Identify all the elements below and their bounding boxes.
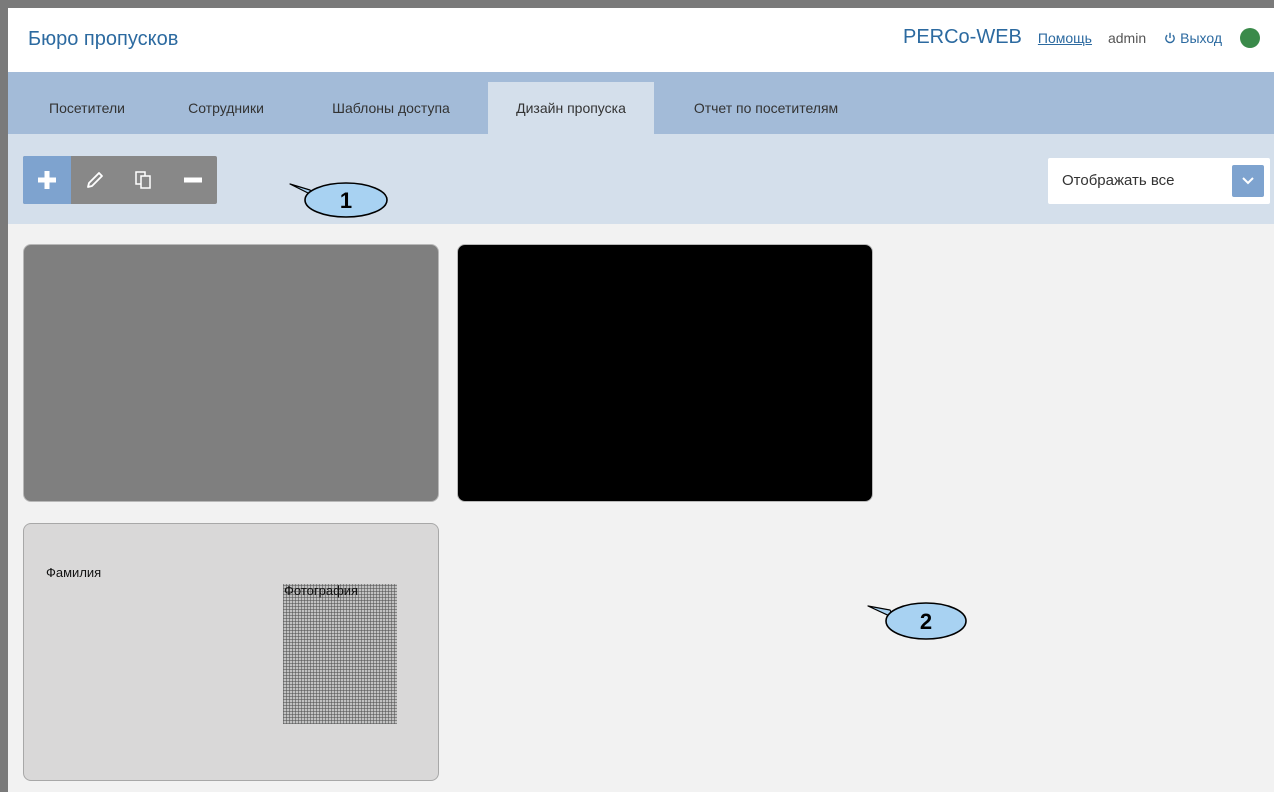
pass-design-card[interactable]: Фамилия Фотография	[23, 523, 439, 781]
logout-button[interactable]: Выход	[1164, 30, 1222, 46]
callout-2-label: 2	[920, 609, 932, 634]
pass-design-card[interactable]	[23, 244, 439, 502]
toolbar-button-group	[23, 156, 217, 204]
display-filter-select[interactable]: Отображать все	[1048, 158, 1270, 204]
callout-2: 2	[867, 602, 967, 640]
tab-pass-design[interactable]: Дизайн пропуска	[488, 82, 654, 134]
tab-bar: Посетители Сотрудники Шаблоны доступа Ди…	[8, 72, 1274, 134]
power-icon	[1165, 32, 1175, 43]
display-filter-value: Отображать все	[1062, 172, 1175, 189]
callout-1: 1	[289, 182, 388, 218]
card-field-lastname: Фамилия	[46, 565, 102, 580]
status-indicator	[1240, 27, 1260, 48]
copy-button[interactable]	[119, 156, 167, 204]
header-right: PERCo-WEB Помощь admin Выход	[903, 26, 1260, 49]
tab-visitors[interactable]: Посетители	[22, 82, 152, 134]
callout-1-label: 1	[340, 188, 352, 213]
app-title: Бюро пропусков	[28, 28, 179, 50]
tab-employees[interactable]: Сотрудники	[168, 82, 284, 134]
header: Бюро пропусков PERCo-WEB Помощь admin Вы…	[8, 8, 1274, 72]
pass-design-card[interactable]	[457, 244, 873, 502]
edit-button[interactable]	[71, 156, 119, 204]
brand-label: PERCo-WEB	[902, 26, 1022, 48]
tab-access-templates[interactable]: Шаблоны доступа	[304, 82, 478, 134]
minus-icon	[184, 177, 202, 183]
card-field-photo: Фотография	[284, 583, 359, 598]
tab-visitor-report[interactable]: Отчет по посетителям	[668, 82, 864, 134]
copy-icon	[135, 171, 151, 189]
card-photo-placeholder: Фотография	[283, 583, 397, 724]
logout-label: Выход	[1180, 29, 1222, 46]
chevron-down-icon[interactable]	[1232, 165, 1264, 197]
toolbar: Отображать все	[8, 134, 1274, 224]
app-window: Бюро пропусков PERCo-WEB Помощь admin Вы…	[0, 0, 1274, 792]
pencil-icon	[87, 172, 103, 188]
add-button[interactable]	[23, 156, 71, 204]
plus-icon	[38, 171, 56, 189]
username-label: admin	[1107, 29, 1147, 46]
delete-button[interactable]	[169, 156, 217, 204]
help-link[interactable]: Помощь	[1038, 30, 1092, 46]
